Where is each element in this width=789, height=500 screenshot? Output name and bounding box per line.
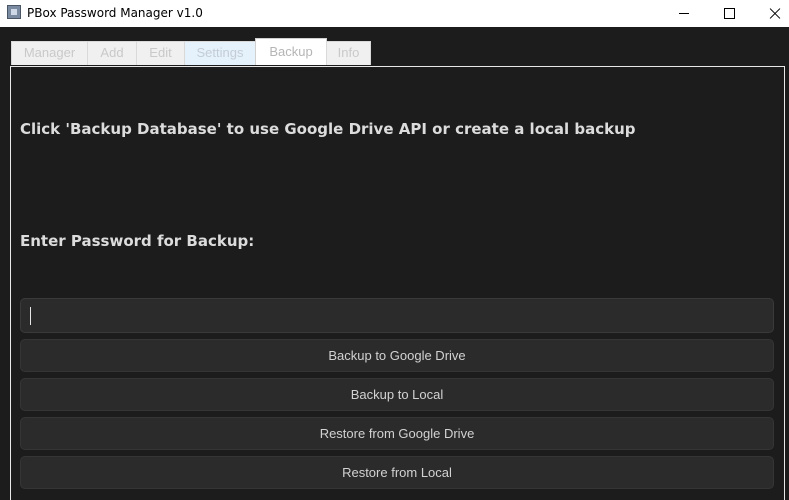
backup-google-drive-button[interactable]: Backup to Google Drive (20, 339, 774, 372)
window-title: PBox Password Manager v1.0 (27, 6, 203, 20)
tab-backup[interactable]: Backup (255, 38, 327, 65)
password-label: Enter Password for Backup: (20, 232, 255, 250)
password-input[interactable] (20, 298, 774, 333)
tab-edit[interactable]: Edit (136, 41, 185, 65)
backup-instruction: Click 'Backup Database' to use Google Dr… (20, 120, 636, 138)
close-icon (769, 8, 781, 20)
tab-add[interactable]: Add (87, 41, 137, 65)
minimize-button[interactable] (661, 0, 707, 27)
backup-local-button[interactable]: Backup to Local (20, 378, 774, 411)
restore-local-button[interactable]: Restore from Local (20, 456, 774, 489)
app-icon (7, 5, 21, 19)
tab-settings[interactable]: Settings (184, 41, 256, 65)
tab-info[interactable]: Info (326, 41, 371, 65)
minimize-icon (679, 13, 689, 14)
tab-manager[interactable]: Manager (11, 41, 88, 65)
maximize-button[interactable] (706, 0, 752, 27)
title-bar: PBox Password Manager v1.0 (0, 0, 789, 27)
close-button[interactable] (752, 0, 789, 27)
maximize-icon (723, 8, 735, 19)
text-caret (30, 307, 31, 325)
restore-google-drive-button[interactable]: Restore from Google Drive (20, 417, 774, 450)
